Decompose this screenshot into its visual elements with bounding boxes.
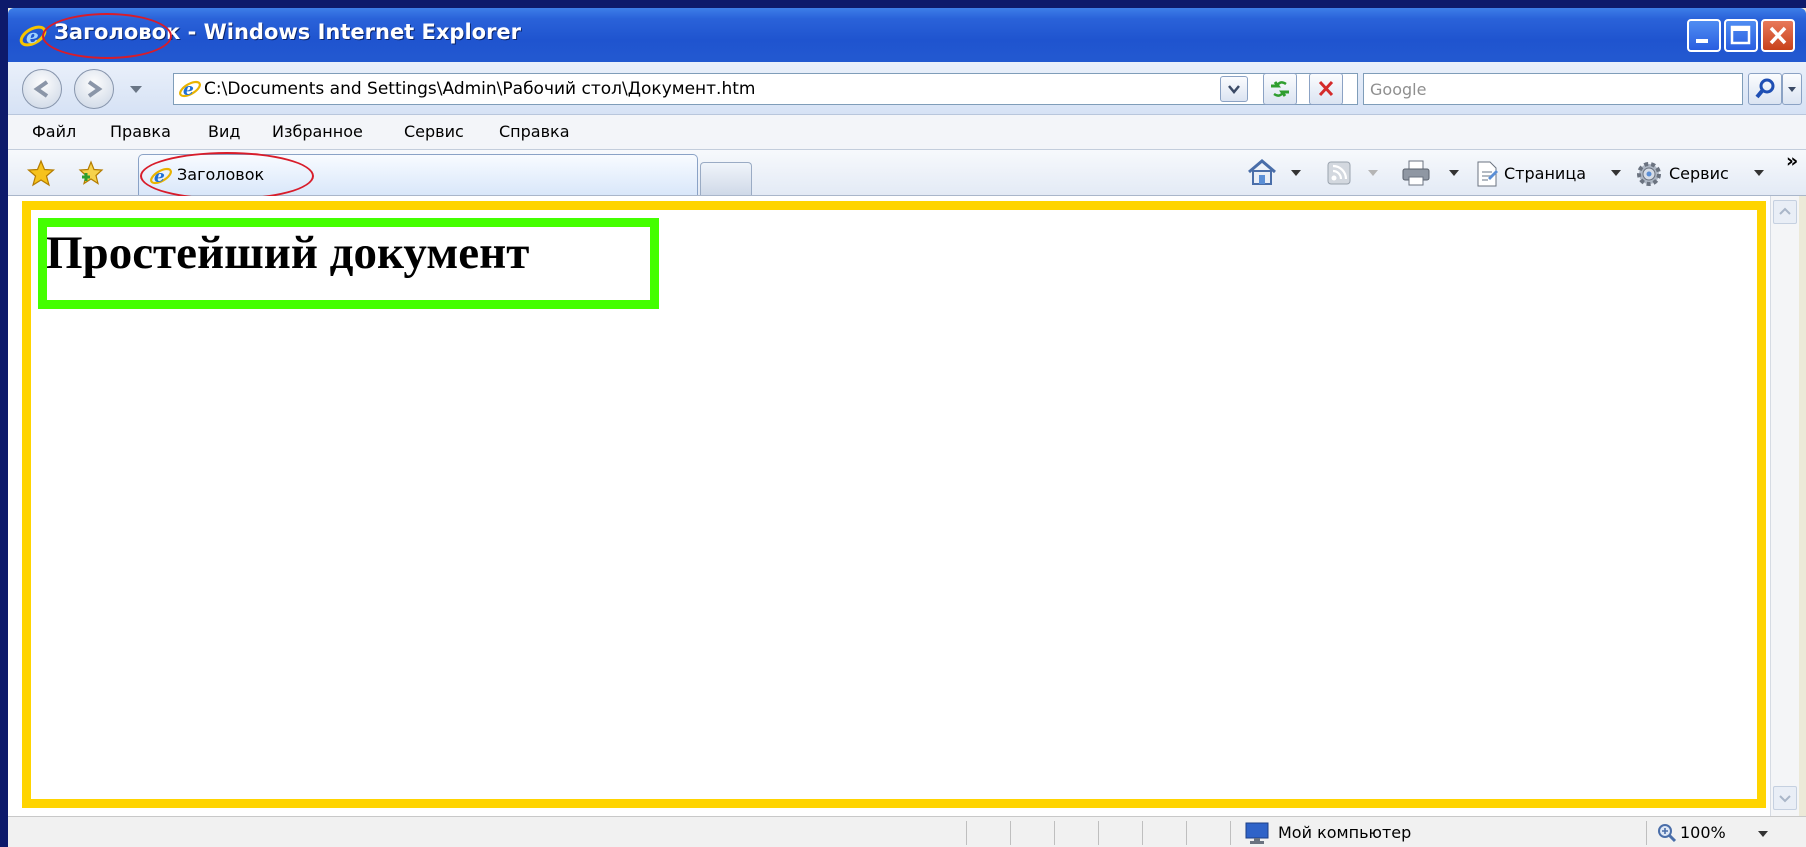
page-dropdown-icon[interactable] [1611, 170, 1621, 176]
command-bar: e Заголовок Страница Сервис » [8, 150, 1806, 200]
back-button[interactable] [22, 69, 62, 109]
tab-label: Заголовок [177, 165, 265, 184]
back-arrow-icon [33, 80, 49, 98]
minimize-button[interactable] [1687, 19, 1721, 52]
zoom-level[interactable]: 100% [1680, 823, 1726, 842]
refresh-button[interactable] [1263, 73, 1297, 105]
window-title: Заголовок - Windows Internet Explorer [54, 20, 522, 44]
menu-tools[interactable]: Сервис [404, 122, 464, 141]
security-zone-label: Мой компьютер [1278, 823, 1412, 842]
minimize-icon [1696, 39, 1708, 43]
tools-menu-label[interactable]: Сервис [1669, 164, 1729, 183]
address-bar: e C:\Documents and Settings\Admin\Рабочи… [8, 62, 1806, 115]
status-separator [1010, 821, 1011, 845]
search-input[interactable]: Google [1363, 73, 1743, 105]
gear-icon[interactable] [1634, 159, 1664, 193]
page-menu-label[interactable]: Страница [1504, 164, 1586, 183]
scroll-up-button[interactable] [1773, 200, 1797, 224]
history-dropdown-icon[interactable] [130, 86, 142, 93]
scroll-down-button[interactable] [1773, 786, 1797, 810]
status-separator [1230, 821, 1231, 845]
new-tab-button[interactable] [700, 162, 752, 195]
status-separator [1186, 821, 1187, 845]
menu-favorites[interactable]: Избранное [272, 122, 363, 141]
refresh-icon [1271, 81, 1289, 97]
page-content: Простейший документ [8, 196, 1770, 816]
zoom-icon[interactable] [1656, 822, 1678, 847]
search-icon [1755, 78, 1775, 99]
print-icon[interactable] [1400, 159, 1432, 191]
close-icon [1769, 26, 1787, 45]
menu-view[interactable]: Вид [208, 122, 240, 141]
forward-arrow-icon [87, 80, 103, 98]
maximize-button[interactable] [1724, 19, 1758, 52]
status-separator [1098, 821, 1099, 845]
tab-active[interactable]: e Заголовок [138, 154, 698, 195]
search-options-button[interactable] [1782, 73, 1802, 105]
svg-text:e: e [26, 24, 39, 48]
chevron-down-icon [1788, 87, 1796, 92]
status-separator [1142, 821, 1143, 845]
heading-highlight-frame [38, 218, 659, 309]
chevron-up-icon [1779, 207, 1791, 215]
status-separator [1054, 821, 1055, 845]
feeds-dropdown-icon[interactable] [1368, 170, 1378, 176]
page-ie-icon: e [178, 77, 202, 105]
ie-logo-icon: e [18, 22, 48, 54]
menu-edit[interactable]: Правка [110, 122, 171, 141]
close-button[interactable] [1761, 19, 1795, 52]
computer-zone-icon [1242, 821, 1272, 847]
browser-window: e Заголовок - Windows Internet Explorer [8, 8, 1806, 847]
address-dropdown-button[interactable] [1220, 76, 1248, 102]
chevron-down-icon [1779, 795, 1791, 803]
status-separator [1646, 821, 1647, 845]
search-placeholder: Google [1370, 80, 1427, 99]
page-menu-icon[interactable] [1474, 160, 1500, 192]
title-bar: e Заголовок - Windows Internet Explorer [8, 8, 1806, 62]
chevron-down-icon [1228, 85, 1240, 94]
favorites-star-icon[interactable] [26, 159, 56, 191]
svg-text:e: e [154, 167, 165, 187]
zoom-dropdown-icon[interactable] [1758, 831, 1768, 837]
status-separator [966, 821, 967, 845]
print-dropdown-icon[interactable] [1449, 170, 1459, 176]
forward-button[interactable] [74, 69, 114, 109]
tab-ie-icon: e [149, 164, 173, 192]
stop-button[interactable] [1309, 73, 1343, 105]
menu-file[interactable]: Файл [32, 122, 76, 141]
home-icon[interactable] [1245, 157, 1279, 191]
vertical-scrollbar[interactable] [1770, 196, 1799, 816]
home-dropdown-icon[interactable] [1291, 170, 1301, 176]
svg-text:e: e [183, 80, 194, 100]
toolbar-overflow-icon[interactable]: » [1786, 150, 1798, 172]
address-field[interactable]: e C:\Documents and Settings\Admin\Рабочи… [173, 73, 1358, 105]
maximize-icon [1730, 25, 1751, 45]
add-favorite-icon[interactable] [76, 159, 106, 191]
feeds-icon[interactable] [1326, 160, 1352, 190]
stop-icon [1318, 80, 1334, 97]
address-url: C:\Documents and Settings\Admin\Рабочий … [204, 79, 756, 99]
menu-help[interactable]: Справка [499, 122, 570, 141]
menu-bar: Файл Правка Вид Избранное Сервис Справка [8, 115, 1806, 150]
tools-dropdown-icon[interactable] [1754, 170, 1764, 176]
status-bar: Мой компьютер 100% [8, 816, 1806, 847]
search-button[interactable] [1748, 73, 1782, 105]
